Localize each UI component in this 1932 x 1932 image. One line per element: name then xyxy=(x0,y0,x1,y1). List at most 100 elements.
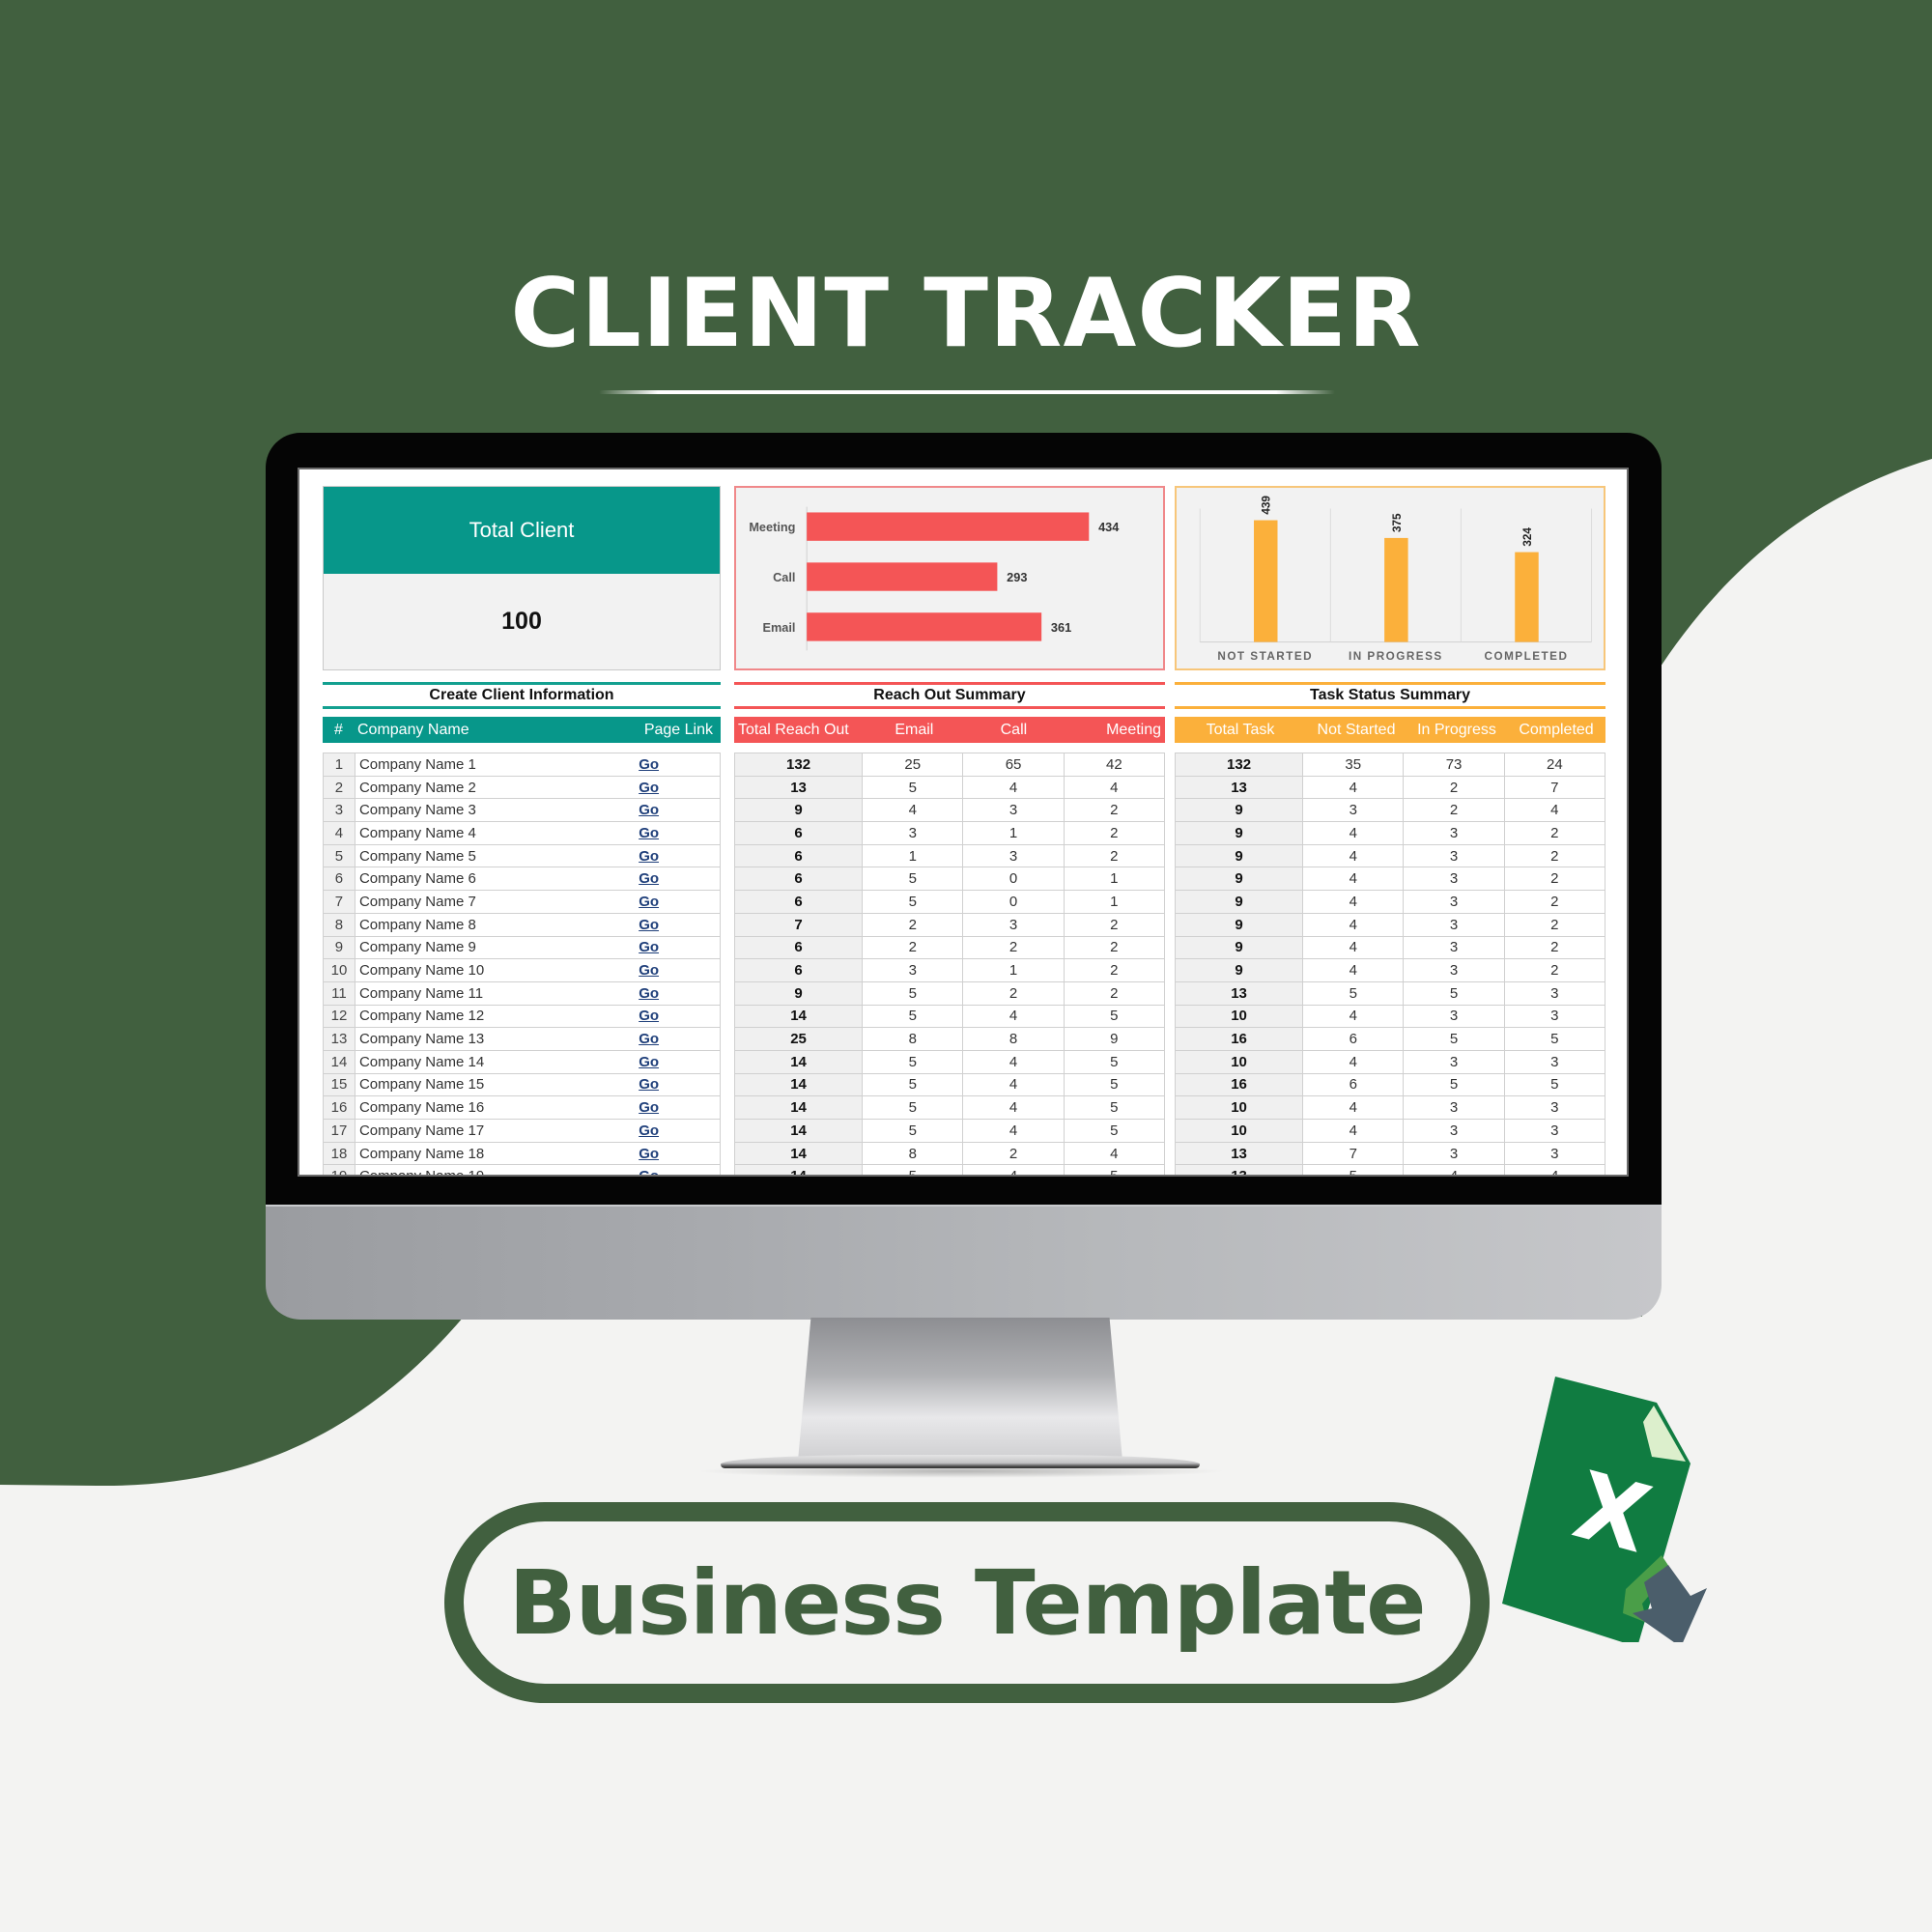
value-cell[interactable]: 24 xyxy=(1503,753,1606,777)
company-name-cell[interactable]: Company Name 3 xyxy=(354,798,639,823)
total-cell[interactable]: 9 xyxy=(1174,890,1304,914)
value-cell[interactable]: 3 xyxy=(1403,958,1505,982)
value-cell[interactable]: 4 xyxy=(1302,958,1405,982)
value-cell[interactable]: 3 xyxy=(1403,1119,1505,1143)
value-cell[interactable]: 4 xyxy=(1302,1095,1405,1120)
value-cell[interactable]: 2 xyxy=(1403,775,1505,800)
company-name-cell[interactable]: Company Name 2 xyxy=(354,775,639,800)
value-cell[interactable]: 2 xyxy=(1063,935,1166,960)
value-cell[interactable]: 2 xyxy=(1503,890,1606,914)
go-link[interactable]: Go xyxy=(639,935,722,960)
value-cell[interactable]: 1 xyxy=(962,821,1065,845)
value-cell[interactable]: 5 xyxy=(862,890,964,914)
go-link[interactable]: Go xyxy=(639,1164,722,1175)
value-cell[interactable]: 2 xyxy=(862,935,964,960)
value-cell[interactable]: 2 xyxy=(1503,958,1606,982)
value-cell[interactable]: 2 xyxy=(1403,798,1505,823)
value-cell[interactable]: 2 xyxy=(1063,798,1166,823)
value-cell[interactable]: 5 xyxy=(1503,1027,1606,1051)
go-link[interactable]: Go xyxy=(639,843,722,868)
value-cell[interactable]: 4 xyxy=(1063,775,1166,800)
value-cell[interactable]: 4 xyxy=(1403,1164,1505,1175)
value-cell[interactable]: 5 xyxy=(1403,980,1505,1006)
company-name-cell[interactable]: Company Name 19 xyxy=(354,1164,639,1175)
total-cell[interactable]: 13 xyxy=(1174,1141,1304,1166)
go-link[interactable]: Go xyxy=(639,980,722,1006)
value-cell[interactable]: 4 xyxy=(962,1095,1065,1120)
value-cell[interactable]: 5 xyxy=(1302,1164,1405,1175)
value-cell[interactable]: 3 xyxy=(1503,1141,1606,1166)
value-cell[interactable]: 3 xyxy=(1403,912,1505,937)
company-name-cell[interactable]: Company Name 4 xyxy=(354,821,639,845)
company-name-cell[interactable]: Company Name 16 xyxy=(354,1095,639,1120)
value-cell[interactable]: 4 xyxy=(1302,935,1405,960)
value-cell[interactable]: 3 xyxy=(1302,798,1405,823)
go-link[interactable]: Go xyxy=(639,821,722,845)
go-link[interactable]: Go xyxy=(639,1095,722,1120)
value-cell[interactable]: 4 xyxy=(1302,867,1405,892)
value-cell[interactable]: 5 xyxy=(1063,1004,1166,1029)
total-cell[interactable]: 9 xyxy=(1174,867,1304,892)
value-cell[interactable]: 2 xyxy=(1063,958,1166,982)
value-cell[interactable]: 4 xyxy=(962,1164,1065,1175)
value-cell[interactable]: 9 xyxy=(1063,1027,1166,1051)
value-cell[interactable]: 1 xyxy=(1063,890,1166,914)
total-cell[interactable]: 13 xyxy=(1174,980,1304,1006)
company-name-cell[interactable]: Company Name 7 xyxy=(354,890,639,914)
value-cell[interactable]: 3 xyxy=(1503,1004,1606,1029)
value-cell[interactable]: 3 xyxy=(1403,843,1505,868)
value-cell[interactable]: 42 xyxy=(1063,753,1166,777)
total-cell[interactable]: 14 xyxy=(733,1164,864,1175)
value-cell[interactable]: 0 xyxy=(962,890,1065,914)
value-cell[interactable]: 5 xyxy=(1063,1119,1166,1143)
company-name-cell[interactable]: Company Name 5 xyxy=(354,843,639,868)
company-name-cell[interactable]: Company Name 10 xyxy=(354,958,639,982)
total-cell[interactable]: 6 xyxy=(733,821,864,845)
total-cell[interactable]: 13 xyxy=(733,775,864,800)
value-cell[interactable]: 3 xyxy=(962,912,1065,937)
company-name-cell[interactable]: Company Name 18 xyxy=(354,1141,639,1166)
total-cell[interactable]: 16 xyxy=(1174,1027,1304,1051)
value-cell[interactable]: 5 xyxy=(862,1119,964,1143)
value-cell[interactable]: 2 xyxy=(962,1141,1065,1166)
go-link[interactable]: Go xyxy=(639,1004,722,1029)
value-cell[interactable]: 2 xyxy=(1063,980,1166,1006)
company-name-cell[interactable]: Company Name 14 xyxy=(354,1049,639,1074)
total-cell[interactable]: 9 xyxy=(1174,798,1304,823)
value-cell[interactable]: 5 xyxy=(862,1164,964,1175)
value-cell[interactable]: 4 xyxy=(962,1049,1065,1074)
value-cell[interactable]: 4 xyxy=(1302,890,1405,914)
total-cell[interactable]: 132 xyxy=(733,753,864,777)
value-cell[interactable]: 5 xyxy=(1302,980,1405,1006)
total-cell[interactable]: 13 xyxy=(1174,775,1304,800)
go-link[interactable]: Go xyxy=(639,890,722,914)
value-cell[interactable]: 5 xyxy=(862,1072,964,1097)
value-cell[interactable]: 3 xyxy=(962,843,1065,868)
company-name-cell[interactable]: Company Name 12 xyxy=(354,1004,639,1029)
company-name-cell[interactable]: Company Name 17 xyxy=(354,1119,639,1143)
value-cell[interactable]: 5 xyxy=(1063,1049,1166,1074)
value-cell[interactable]: 4 xyxy=(1063,1141,1166,1166)
value-cell[interactable]: 3 xyxy=(862,958,964,982)
value-cell[interactable]: 3 xyxy=(1503,1119,1606,1143)
value-cell[interactable]: 4 xyxy=(1302,843,1405,868)
value-cell[interactable]: 35 xyxy=(1302,753,1405,777)
value-cell[interactable]: 5 xyxy=(1063,1164,1166,1175)
go-link[interactable]: Go xyxy=(639,1072,722,1097)
total-cell[interactable]: 6 xyxy=(733,843,864,868)
value-cell[interactable]: 3 xyxy=(1403,1141,1505,1166)
value-cell[interactable]: 4 xyxy=(962,1004,1065,1029)
value-cell[interactable]: 8 xyxy=(862,1027,964,1051)
value-cell[interactable]: 3 xyxy=(1403,1004,1505,1029)
total-cell[interactable]: 10 xyxy=(1174,1049,1304,1074)
total-cell[interactable]: 14 xyxy=(733,1095,864,1120)
value-cell[interactable]: 3 xyxy=(1503,980,1606,1006)
value-cell[interactable]: 3 xyxy=(862,821,964,845)
value-cell[interactable]: 4 xyxy=(1302,821,1405,845)
value-cell[interactable]: 2 xyxy=(862,912,964,937)
total-cell[interactable]: 132 xyxy=(1174,753,1304,777)
total-cell[interactable]: 14 xyxy=(733,1049,864,1074)
value-cell[interactable]: 2 xyxy=(1503,935,1606,960)
total-cell[interactable]: 9 xyxy=(733,980,864,1006)
value-cell[interactable]: 4 xyxy=(1302,1119,1405,1143)
